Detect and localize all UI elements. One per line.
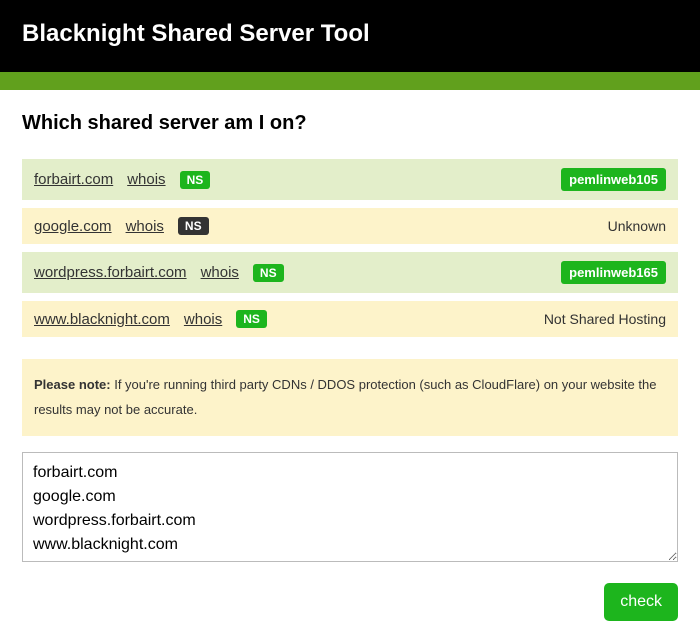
whois-link[interactable]: whois [126, 218, 164, 235]
note-label: Please note: [34, 377, 111, 392]
result-row: www.blacknight.com whois NS Not Shared H… [22, 301, 678, 337]
check-button[interactable]: check [604, 583, 678, 621]
server-text: Not Shared Hosting [544, 311, 666, 327]
section-title: Which shared server am I on? [22, 112, 678, 135]
header: Blacknight Shared Server Tool [0, 0, 700, 72]
server-text: Unknown [608, 218, 666, 234]
ns-badge: NS [253, 264, 284, 282]
whois-link[interactable]: whois [127, 171, 165, 188]
result-row: google.com whois NS Unknown [22, 208, 678, 244]
ns-badge: NS [178, 217, 209, 235]
domain-link[interactable]: google.com [34, 218, 112, 235]
result-row: forbairt.com whois NS pemlinweb105 [22, 159, 678, 200]
whois-link[interactable]: whois [201, 264, 239, 281]
result-left: google.com whois NS [34, 217, 608, 235]
page-title: Blacknight Shared Server Tool [22, 20, 678, 48]
server-badge: pemlinweb105 [561, 168, 666, 191]
whois-link[interactable]: whois [184, 311, 222, 328]
accent-bar [0, 72, 700, 90]
domain-link[interactable]: forbairt.com [34, 171, 113, 188]
actions: check [22, 583, 678, 621]
note-box: Please note: If you're running third par… [22, 359, 678, 436]
results-list: forbairt.com whois NS pemlinweb105 googl… [22, 159, 678, 337]
result-left: wordpress.forbairt.com whois NS [34, 264, 561, 282]
ns-badge: NS [180, 171, 211, 189]
result-row: wordpress.forbairt.com whois NS pemlinwe… [22, 252, 678, 293]
domain-link[interactable]: wordpress.forbairt.com [34, 264, 187, 281]
ns-badge: NS [236, 310, 267, 328]
content: Which shared server am I on? forbairt.co… [0, 90, 700, 643]
domain-link[interactable]: www.blacknight.com [34, 311, 170, 328]
result-left: www.blacknight.com whois NS [34, 310, 544, 328]
server-badge: pemlinweb165 [561, 261, 666, 284]
note-text: If you're running third party CDNs / DDO… [34, 377, 656, 417]
domains-input[interactable] [22, 452, 678, 562]
result-left: forbairt.com whois NS [34, 171, 561, 189]
